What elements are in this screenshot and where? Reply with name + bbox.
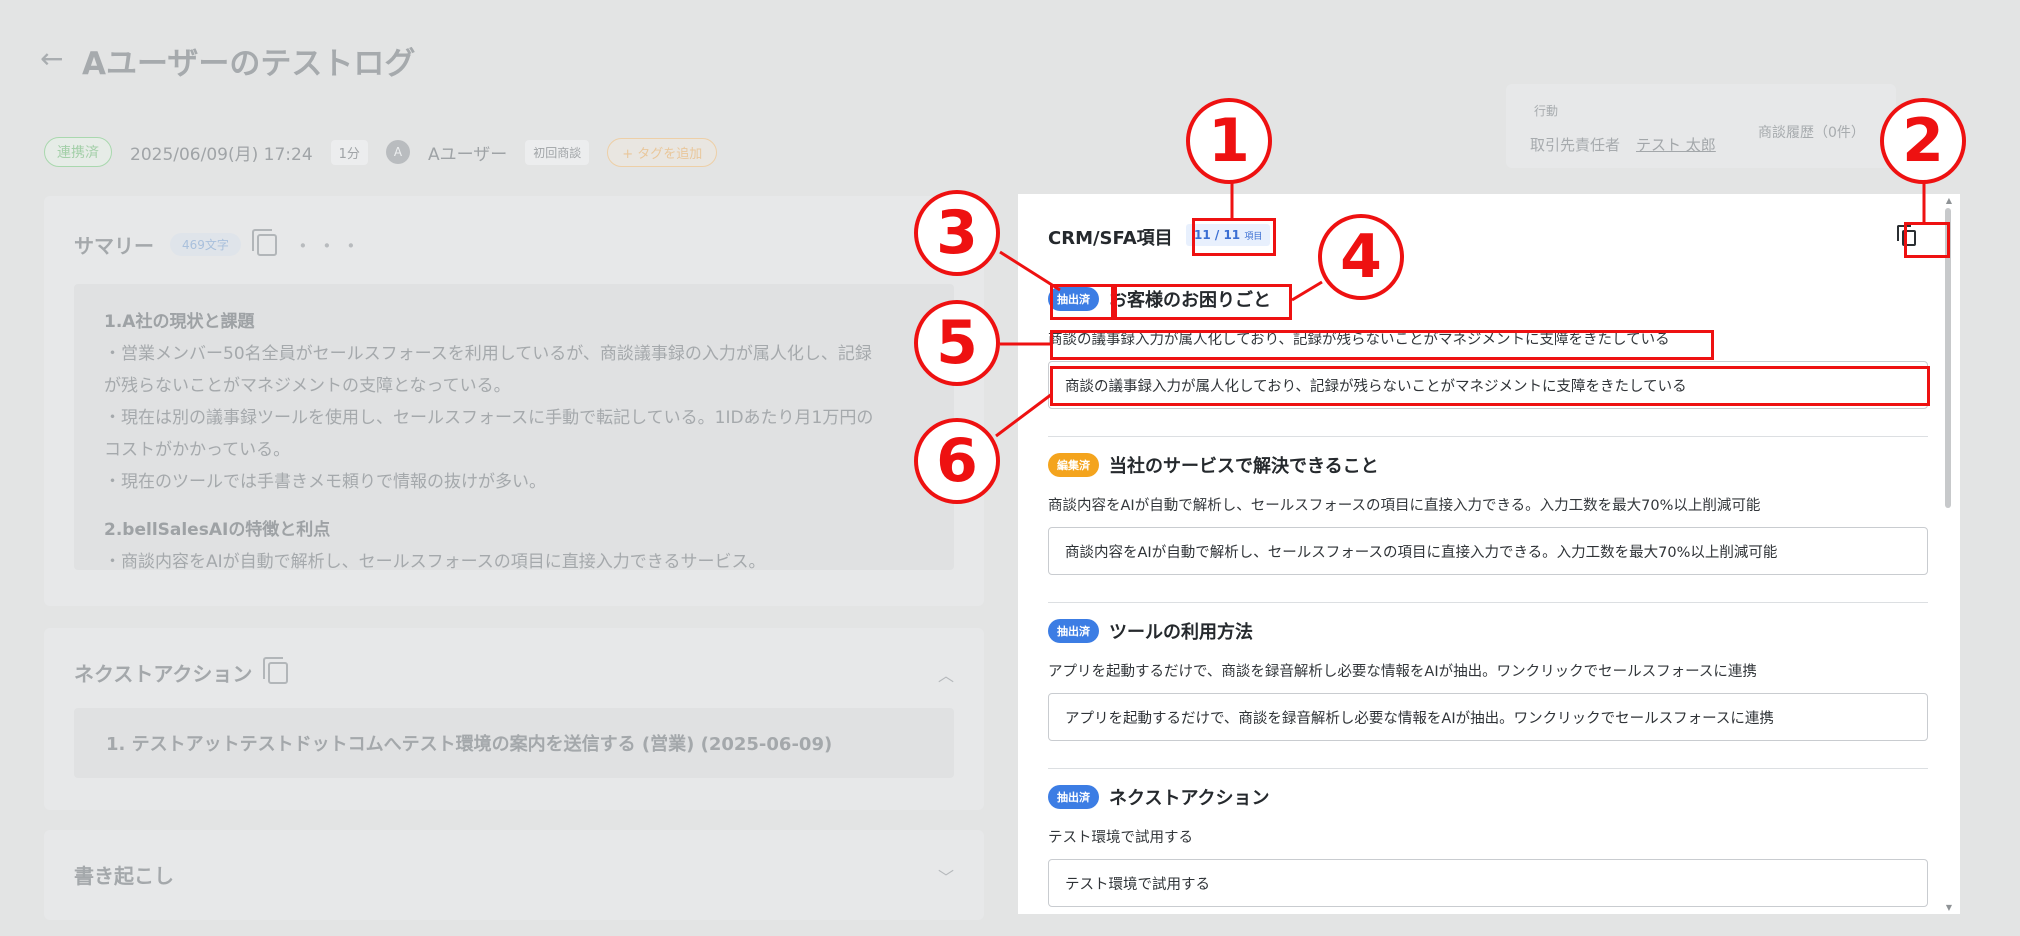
divider (1048, 602, 1928, 603)
crm-item-description: テスト環境で試用する (1048, 830, 1193, 846)
crm-item-title: 当社のサービスで解決できること (1109, 456, 1379, 477)
crm-item: 抽出済 ツールの利用方法 アプリを起動するだけで、商談を録音解析し必要な情報をA… (1048, 616, 1928, 741)
meeting-datetime: 2025/06/09(月) 17:24 (130, 144, 313, 165)
transcript-title: 書き起こし (74, 864, 174, 888)
summary-line: コストがかかっている。 (104, 440, 291, 460)
history-label[interactable]: 商談履歴（0件） (1758, 122, 1865, 142)
crm-item-value-field[interactable]: アプリを起動するだけで、商談を録音解析し必要な情報をAIが抽出。ワンクリックでセ… (1048, 693, 1928, 741)
next-action-item: 1. テストアットテストドットコムへテスト環境の案内を送信する (営業) (20… (74, 708, 954, 778)
divider (1048, 768, 1928, 769)
next-action-header: ネクストアクション (74, 656, 289, 687)
page-title: Aユーザーのテストログ (82, 46, 416, 82)
action-owner-row: 取引先責任者 テスト 太郎 (1530, 134, 1716, 155)
avatar: A (385, 140, 410, 164)
more-icon[interactable]: ・・・ (293, 230, 365, 259)
crm-item-value-field[interactable]: 商談内容をAIが自動で解析し、セールスフォースの項目に直接入力できる。入力工数を… (1048, 527, 1928, 575)
crm-panel-title: CRM/SFA項目 (1048, 228, 1173, 249)
summary-header: サマリー 469文字 ・・・ (74, 228, 365, 259)
annotation-number-1: 1 (1186, 98, 1272, 184)
annotation-number-4: 4 (1318, 214, 1404, 300)
summary-line: ・現在のツールでは手書きメモ頼りで情報の抜けが多い。 (104, 472, 546, 492)
status-badge: 抽出済 (1048, 785, 1099, 809)
status-badge: 抽出済 (1048, 619, 1099, 643)
linked-status-badge: 連携済 (44, 137, 112, 167)
back-arrow-icon[interactable]: ← (40, 42, 63, 75)
annotation-number-6: 6 (914, 418, 1000, 504)
add-tag-button[interactable]: + タグを追加 (607, 137, 718, 167)
annotation-box-3 (1050, 284, 1114, 320)
scroll-down-icon[interactable]: ▼ (1946, 903, 1952, 912)
annotation-box-6 (1050, 366, 1930, 406)
meta-row: 連携済 2025/06/09(月) 17:24 1分 A Aユーザー 初回商談 … (44, 136, 718, 168)
summary-title: サマリー (74, 234, 154, 258)
crm-item-header: 抽出済 ネクストアクション (1048, 782, 1928, 812)
crm-item-title: ツールの利用方法 (1109, 622, 1253, 643)
annotation-box-4 (1114, 284, 1292, 320)
annotation-number-2: 2 (1880, 98, 1966, 184)
summary-line: ・営業メンバー50名全員がセールスフォースを利用しているが、商談議事録の入力が属… (104, 344, 872, 364)
annotation-number-3: 3 (914, 190, 1000, 276)
annotation-box-5 (1050, 330, 1714, 360)
status-badge: 編集済 (1048, 453, 1099, 477)
copy-icon[interactable] (251, 228, 277, 256)
copy-icon[interactable] (263, 656, 289, 684)
next-action-card: ネクストアクション ︿ 1. テストアットテストドットコムへテスト環境の案内を送… (44, 628, 984, 810)
crm-item: 抽出済 ネクストアクション テスト環境で試用する テスト環境で試用する (1048, 782, 1928, 907)
summary-body: 1.A社の現状と課題 ・営業メンバー50名全員がセールスフォースを利用しているが… (74, 284, 954, 570)
crm-item-header: 抽出済 ツールの利用方法 (1048, 616, 1928, 646)
annotation-box-1 (1192, 218, 1276, 256)
summary-line: 2.bellSalesAIの特徴と利点 (104, 520, 331, 540)
scroll-up-icon[interactable]: ▲ (1946, 196, 1952, 205)
crm-item: 編集済 当社のサービスで解決できること 商談内容をAIが自動で解析し、セールスフ… (1048, 450, 1928, 575)
action-label: 行動 (1534, 104, 1559, 118)
duration-badge: 1分 (330, 139, 368, 165)
owner-label: 取引先責任者 (1530, 136, 1621, 154)
summary-line: ・現在は別の議事録ツールを使用し、セールスフォースに手動で転記している。1IDあ… (104, 408, 874, 428)
crm-item-description: 商談内容をAIが自動で解析し、セールスフォースの項目に直接入力できる。入力工数を… (1048, 498, 1761, 514)
transcript-card: 書き起こし ﹀ (44, 830, 984, 920)
annotation-number-5: 5 (914, 300, 1000, 386)
crm-item-value-field[interactable]: テスト環境で試用する (1048, 859, 1928, 907)
action-box: 行動 取引先責任者 テスト 太郎 商談履歴（0件） (1506, 84, 1896, 168)
annotation-box-2 (1904, 222, 1950, 258)
summary-line: が残らないことがマネジメントの支障となっている。 (104, 376, 511, 396)
chevron-down-icon[interactable]: ﹀ (938, 864, 954, 888)
owner-name-link[interactable]: テスト 太郎 (1636, 134, 1716, 155)
chevron-up-icon[interactable]: ︿ (938, 662, 954, 686)
crm-item-header: 編集済 当社のサービスで解決できること (1048, 450, 1928, 480)
summary-line: ・商談内容をAIが自動で解析し、セールスフォースの項目に直接入力できるサービス。 (104, 552, 766, 570)
summary-line: 1.A社の現状と課題 (104, 312, 255, 332)
crm-item-description: アプリを起動するだけで、商談を録音解析し必要な情報をAIが抽出。ワンクリックでセ… (1048, 664, 1757, 680)
summary-card: サマリー 469文字 ・・・ 1.A社の現状と課題 ・営業メンバー50名全員がセ… (44, 196, 984, 606)
user-name: Aユーザー (427, 144, 508, 165)
tag-badge[interactable]: 初回商談 (525, 139, 590, 165)
char-count-badge: 469文字 (170, 233, 241, 256)
divider (1048, 436, 1928, 437)
next-action-title: ネクストアクション (74, 662, 253, 686)
crm-item-title: ネクストアクション (1109, 788, 1270, 809)
